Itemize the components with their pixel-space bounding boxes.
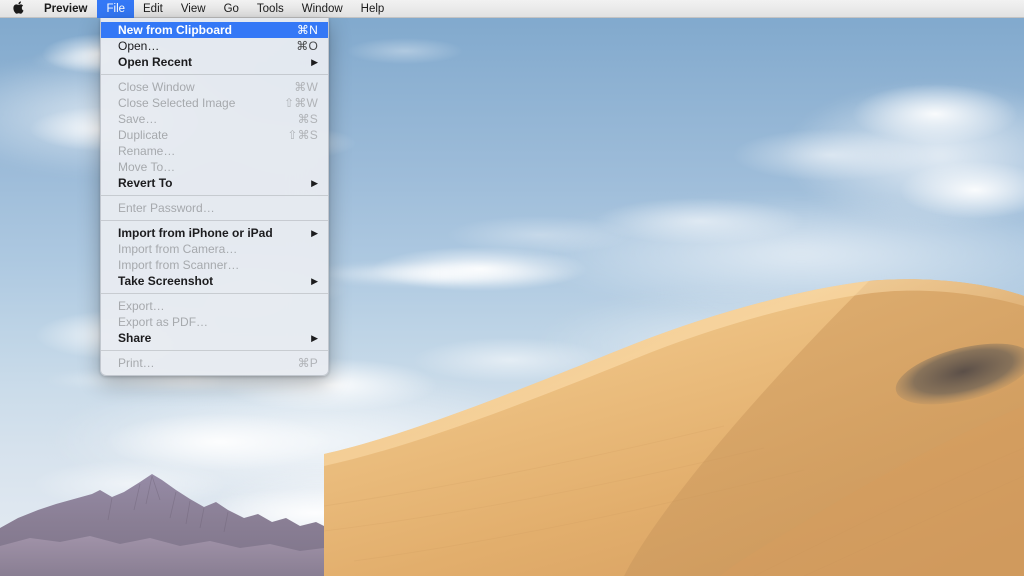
menu-bar-item-window[interactable]: Window	[293, 0, 352, 18]
menu-item-label: Move To…	[118, 160, 176, 174]
separator-5	[101, 350, 328, 351]
menu-item-label: Close Selected Image	[118, 96, 236, 110]
menu-item-shortcut: ⇧⌘W	[284, 96, 318, 110]
menu-bar-item-help[interactable]: Help	[352, 0, 394, 18]
menu-item-import-from-camera: Import from Camera…	[101, 241, 328, 257]
menu-item-label: Open…	[118, 39, 160, 53]
menu-item-label: Export as PDF…	[118, 315, 209, 329]
menu-item-label: Import from Camera…	[118, 242, 238, 256]
menu-item-label: Print…	[118, 356, 155, 370]
menu-item-label: Take Screenshot	[118, 274, 214, 288]
menu-item-label: Save…	[118, 112, 158, 126]
menu-item-duplicate: Duplicate ⇧⌘S	[101, 127, 328, 143]
submenu-arrow-icon: ▶	[311, 177, 318, 188]
menu-bar-item-file[interactable]: File	[97, 0, 135, 18]
separator-1	[101, 74, 328, 75]
menu-item-shortcut: ⇧⌘S	[287, 128, 318, 142]
menu-item-label: Enter Password…	[118, 201, 215, 215]
desktop-screen: Preview File Edit View Go Tools Window Help New…	[0, 0, 1024, 576]
menu-item-label: Rename…	[118, 144, 176, 158]
menu-item-label: Import from iPhone or iPad	[118, 226, 273, 240]
menu-item-enter-password: Enter Password…	[101, 200, 328, 216]
menu-item-export: Export…	[101, 298, 328, 314]
menu-item-shortcut: ⌘P	[297, 356, 318, 370]
submenu-arrow-icon: ▶	[311, 332, 318, 343]
apple-menu-button[interactable]	[0, 0, 34, 18]
separator-2	[101, 195, 328, 196]
menu-item-label: New from Clipboard	[118, 23, 233, 37]
menu-item-save: Save… ⌘S	[101, 111, 328, 127]
menu-item-take-screenshot[interactable]: Take Screenshot ▶	[101, 273, 328, 289]
menu-item-shortcut: ⌘S	[297, 112, 318, 126]
menu-bar: Preview File Edit View Go Tools Window Help	[0, 0, 1024, 18]
menu-item-revert-to[interactable]: Revert To ▶	[101, 175, 328, 191]
menu-item-new-from-clipboard[interactable]: New from Clipboard ⌘N	[101, 22, 328, 38]
menu-item-shortcut: ⌘N	[296, 23, 318, 37]
submenu-arrow-icon: ▶	[311, 227, 318, 238]
menu-item-label: Duplicate	[118, 128, 169, 142]
menu-item-open[interactable]: Open… ⌘O	[101, 38, 328, 54]
file-menu-dropdown[interactable]: New from Clipboard ⌘N Open… ⌘O Open Recent ▶ C…	[100, 18, 329, 376]
menu-item-label: Open Recent	[118, 55, 193, 69]
menu-item-label: Revert To	[118, 176, 173, 190]
menu-item-export-as-pdf: Export as PDF…	[101, 314, 328, 330]
submenu-arrow-icon: ▶	[311, 56, 318, 67]
menu-bar-item-edit[interactable]: Edit	[134, 0, 172, 18]
menu-item-close-window: Close Window ⌘W	[101, 79, 328, 95]
menu-item-share[interactable]: Share ▶	[101, 330, 328, 346]
menu-item-print: Print… ⌘P	[101, 355, 328, 371]
menu-item-label: Share	[118, 331, 152, 345]
separator-3	[101, 220, 328, 221]
menu-bar-item-view[interactable]: View	[172, 0, 215, 18]
menu-item-move-to: Move To…	[101, 159, 328, 175]
menu-item-import-from-iphone-or-ipad[interactable]: Import from iPhone or iPad ▶	[101, 225, 328, 241]
sand-dune	[324, 279, 1024, 576]
menu-item-label: Close Window	[118, 80, 195, 94]
menu-item-label: Import from Scanner…	[118, 258, 240, 272]
menu-item-shortcut: ⌘O	[296, 39, 318, 53]
menu-item-rename: Rename…	[101, 143, 328, 159]
menu-item-import-from-scanner: Import from Scanner…	[101, 257, 328, 273]
menu-item-label: Export…	[118, 299, 165, 313]
menu-item-open-recent[interactable]: Open Recent ▶	[101, 54, 328, 70]
menu-bar-items: Preview File Edit View Go Tools Window Help	[34, 0, 393, 18]
menu-bar-item-go[interactable]: Go	[215, 0, 248, 18]
menu-item-shortcut: ⌘W	[294, 80, 318, 94]
apple-logo-icon	[13, 0, 24, 14]
menu-item-close-selected-image: Close Selected Image ⇧⌘W	[101, 95, 328, 111]
submenu-arrow-icon: ▶	[311, 275, 318, 286]
menu-bar-item-preview[interactable]: Preview	[34, 0, 97, 18]
menu-bar-item-tools[interactable]: Tools	[248, 0, 293, 18]
separator-4	[101, 293, 328, 294]
